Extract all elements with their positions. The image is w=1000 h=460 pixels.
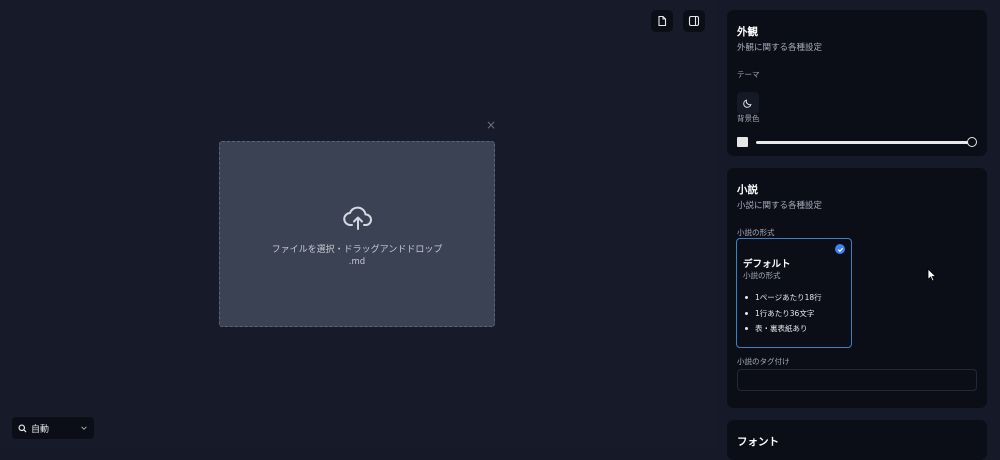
novel-format-label: 小説の形式	[737, 228, 775, 237]
format-option-title: デフォルト	[743, 259, 791, 270]
check-icon	[835, 244, 845, 254]
document-icon	[658, 15, 667, 27]
bg-color-slider[interactable]	[756, 141, 971, 144]
settings-sidebar: 外観 外観に関する各種設定 テーマ 背景色 小説 小説に関する各種設定 小説の形…	[718, 0, 1000, 460]
novel-tag-input[interactable]	[737, 369, 977, 391]
format-option-subtitle: 小説の形式	[743, 271, 781, 280]
appearance-card: 外観 外観に関する各種設定 テーマ 背景色	[727, 10, 987, 156]
chevron-down-icon	[81, 426, 87, 430]
list-item: 1行あたり36文字	[743, 306, 822, 322]
cloud-upload-icon	[343, 206, 372, 230]
search-icon	[18, 423, 27, 433]
mode-select[interactable]: 自動	[12, 417, 94, 439]
novel-card: 小説 小説に関する各種設定 小説の形式 デフォルト 小説の形式 1ページあたり1…	[727, 168, 987, 408]
mode-label: 自動	[31, 424, 50, 435]
editor-area: × ファイルを選択・ドラッグアンドドロップ .md 自動	[0, 0, 718, 448]
theme-toggle-button[interactable]	[737, 92, 759, 114]
close-upload-button[interactable]: ×	[486, 119, 496, 131]
sidebar-toggle-button[interactable]	[683, 10, 705, 32]
list-item: 1ページあたり18行	[743, 290, 822, 306]
appearance-subtitle: 外観に関する各種設定	[737, 43, 823, 53]
bg-color-label: 背景色	[737, 114, 760, 123]
novel-subtitle: 小説に関する各種設定	[737, 201, 823, 211]
novel-title: 小説	[737, 184, 758, 196]
document-button[interactable]	[651, 10, 673, 32]
novel-tag-label: 小説のタグ付け	[737, 357, 790, 366]
format-option-default[interactable]: デフォルト 小説の形式 1ページあたり18行 1行あたり36文字 表・裏表紙あり	[736, 238, 852, 348]
theme-label: テーマ	[737, 70, 760, 79]
file-dropzone[interactable]: ファイルを選択・ドラッグアンドドロップ .md	[219, 141, 495, 327]
dropzone-label: ファイルを選択・ドラッグアンドドロップ	[271, 245, 443, 255]
mouse-cursor-icon	[927, 268, 937, 282]
dropzone-extension: .md	[348, 257, 366, 267]
list-item: 表・裏表紙あり	[743, 321, 822, 337]
moon-icon	[743, 99, 752, 108]
sidebar-toggle-icon	[688, 15, 700, 27]
format-option-details: 1ページあたり18行 1行あたり36文字 表・裏表紙あり	[743, 290, 822, 337]
font-card: フォント	[727, 420, 987, 460]
bg-color-swatch[interactable]	[737, 137, 748, 147]
bg-color-slider-thumb[interactable]	[967, 137, 977, 147]
appearance-title: 外観	[737, 26, 758, 38]
font-title: フォント	[737, 436, 779, 448]
